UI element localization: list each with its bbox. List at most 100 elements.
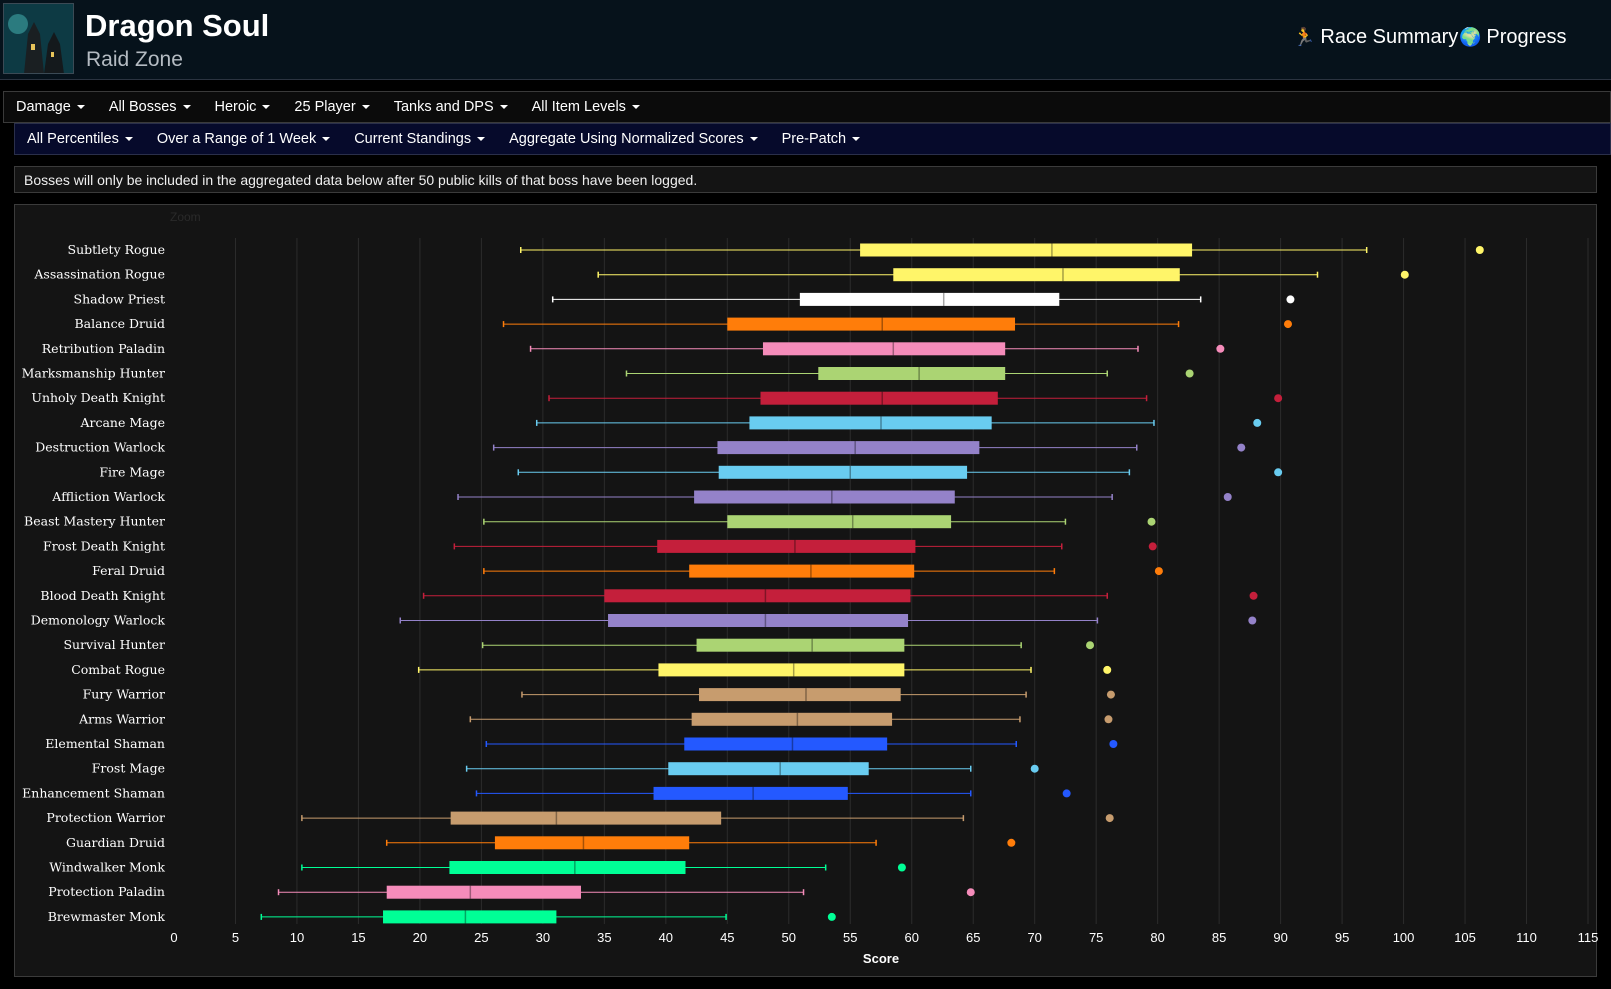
iqr-box [668, 762, 869, 776]
x-tick-label: 70 [1027, 930, 1041, 945]
outlier-point [1248, 616, 1257, 625]
outlier-point [1249, 591, 1258, 600]
x-tick-label: 100 [1393, 930, 1415, 945]
x-tick-label: 110 [1516, 930, 1537, 945]
outlier-point [1274, 394, 1283, 403]
category-label: Marksmanship Hunter [22, 366, 165, 381]
category-label: Fire Mage [99, 464, 165, 479]
outlier-point [1104, 715, 1113, 724]
iqr-box [818, 367, 1006, 380]
outlier-point [1400, 270, 1409, 279]
iqr-box [699, 688, 901, 702]
category-label: Unholy Death Knight [31, 390, 165, 405]
category-label: Feral Druid [92, 563, 165, 578]
category-label: Balance Druid [74, 316, 165, 331]
x-tick-label: 10 [290, 930, 304, 945]
iqr-box [608, 614, 909, 627]
outlier-point [1148, 542, 1157, 551]
x-tick-label: 80 [1150, 930, 1164, 945]
iqr-box [718, 465, 968, 479]
outlier-point [1286, 295, 1295, 304]
iqr-box [657, 539, 916, 553]
outlier-point [1283, 320, 1292, 329]
outlier-point [1109, 740, 1118, 748]
x-tick-label: 30 [536, 930, 550, 945]
outlier-point [1274, 468, 1283, 477]
category-label: Subtlety Rogue [68, 242, 165, 257]
x-tick-label: 0 [170, 930, 177, 945]
x-tick-label: 95 [1335, 930, 1349, 945]
category-label: Destruction Warlock [35, 440, 165, 455]
category-label: Brewmaster Monk [48, 909, 166, 924]
outlier-point [897, 863, 906, 872]
outlier-point [1253, 418, 1262, 427]
x-tick-label: 5 [232, 930, 239, 945]
x-tick-label: 15 [351, 930, 365, 945]
iqr-box [717, 441, 980, 455]
outlier-point [1007, 838, 1016, 847]
iqr-box [450, 811, 722, 825]
iqr-box [684, 737, 888, 751]
x-tick-label: 75 [1089, 930, 1103, 945]
outlier-point [1147, 517, 1156, 526]
outlier-point [966, 888, 975, 897]
category-label: Elemental Shaman [45, 736, 165, 751]
outlier-point [1105, 814, 1114, 823]
x-tick-label: 55 [843, 930, 857, 945]
iqr-box [449, 861, 686, 874]
x-tick-label: 90 [1273, 930, 1287, 945]
iqr-box [799, 292, 1060, 306]
x-tick-label: 45 [720, 930, 734, 945]
x-tick-label: 35 [597, 930, 611, 945]
x-axis-title: Score [863, 951, 899, 966]
iqr-box [604, 589, 911, 603]
category-label: Demonology Warlock [31, 613, 166, 628]
x-tick-label: 50 [782, 930, 796, 945]
boxplot-chart: 0 5 10 15 20 25 30 35 40 45 50 55 60 65 70 75 80 85 90 95 10… [22, 238, 1599, 966]
iqr-box [696, 638, 905, 652]
iqr-box [691, 712, 893, 726]
iqr-box [694, 490, 955, 504]
x-tick-label: 105 [1454, 930, 1476, 945]
category-label: Combat Rogue [71, 662, 165, 677]
outlier-point [1223, 493, 1232, 501]
outlier-point [1185, 369, 1194, 378]
category-label: Protection Warrior [46, 810, 165, 825]
iqr-box [893, 268, 1180, 282]
iqr-box [860, 243, 1193, 257]
category-label: Retribution Paladin [42, 341, 165, 356]
outlier-point [1103, 665, 1112, 674]
category-label: Blood Death Knight [40, 588, 165, 603]
category-label: Frost Death Knight [43, 538, 165, 553]
iqr-box [749, 416, 992, 430]
iqr-box [760, 391, 998, 405]
outlier-point [1154, 567, 1163, 576]
iqr-box [386, 885, 581, 899]
outlier-point [1030, 764, 1039, 773]
iqr-box [494, 836, 690, 850]
x-tick-label: 20 [413, 930, 427, 945]
category-label: Fury Warrior [83, 687, 165, 702]
outlier-point [1062, 789, 1071, 798]
category-label: Survival Hunter [63, 637, 165, 652]
outlier-point [827, 912, 836, 921]
category-label: Enhancement Shaman [22, 785, 165, 800]
category-label: Assassination Rogue [33, 267, 165, 282]
iqr-box [383, 910, 557, 924]
outlier-point [1475, 246, 1484, 254]
outlier-point [1216, 344, 1225, 353]
x-tick-label: 115 [1578, 930, 1599, 945]
iqr-box [727, 317, 1016, 331]
x-tick-label: 25 [474, 930, 488, 945]
category-label: Affliction Warlock [51, 489, 165, 504]
iqr-box [762, 342, 1006, 356]
iqr-box [653, 786, 848, 800]
iqr-box [727, 515, 952, 529]
category-label: Guardian Druid [66, 835, 165, 850]
category-label: Shadow Priest [74, 291, 166, 306]
iqr-box [658, 663, 905, 677]
outlier-point [1086, 641, 1095, 650]
outlier-point [1106, 690, 1115, 699]
category-label: Windwalker Monk [49, 860, 165, 875]
x-tick-label: 85 [1212, 930, 1226, 945]
